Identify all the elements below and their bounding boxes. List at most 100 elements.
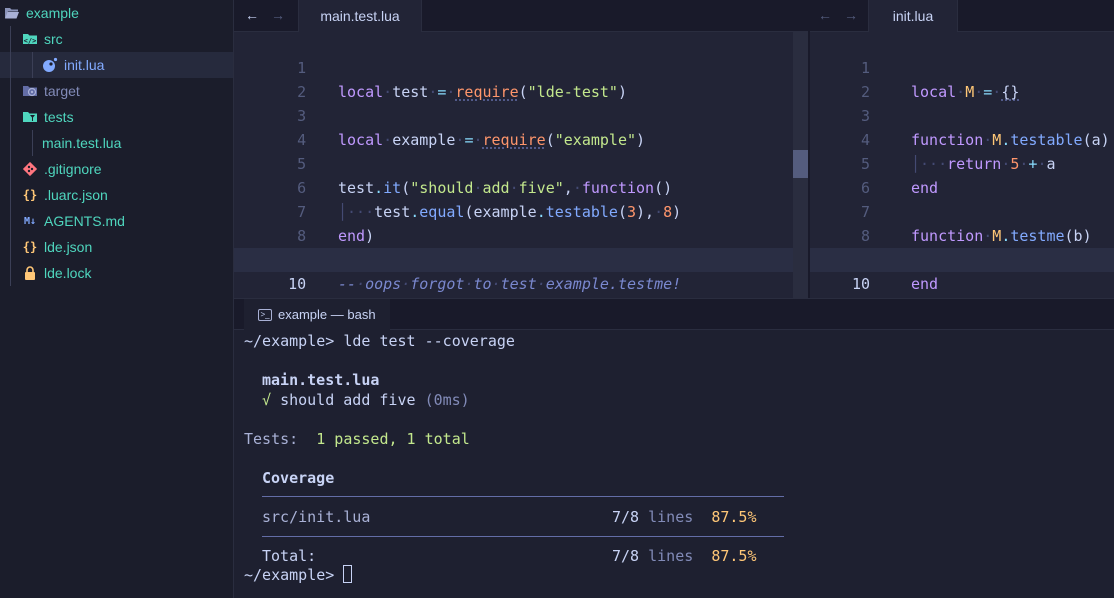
test-file-name: main.test.lua	[262, 371, 380, 389]
code-line: 4 │···return·5·+·a	[860, 131, 1056, 173]
lock-icon	[22, 265, 38, 281]
tree-item-main-test-lua[interactable]: main.test.lua	[0, 130, 233, 156]
tree-item-agents-md[interactable]: M↓ AGENTS.md	[0, 208, 233, 234]
git-icon	[22, 161, 38, 177]
code-line-current: 10	[810, 248, 1114, 293]
tab-main-test-lua[interactable]: main.test.lua	[298, 0, 422, 32]
coverage-total-stats: 7/8 lines 87.5%	[612, 546, 757, 566]
tab-init-lua[interactable]: init.lua	[868, 0, 958, 32]
code-line: 2	[860, 83, 870, 101]
json-icon: {}	[22, 240, 38, 254]
tree-item-src[interactable]: </> src	[0, 26, 233, 52]
tree-item-target[interactable]: target	[0, 78, 233, 104]
tree-item-tests[interactable]: tests	[0, 104, 233, 130]
tests-summary: 1 passed, 1 total	[316, 430, 470, 448]
tree-item-label: lde.lock	[44, 265, 92, 281]
coverage-row-stats: 7/8 lines 87.5%	[612, 507, 757, 527]
tree-item-label: main.test.lua	[42, 135, 122, 151]
terminal-prompt-line[interactable]: ~/example>	[244, 565, 353, 585]
terminal-output[interactable]: ~/example> lde test --coverage main.test…	[234, 330, 1114, 598]
code-line-current: 10	[234, 248, 793, 293]
terminal-command: lde test --coverage	[343, 332, 515, 350]
code-line: 9 --·oops·forgot·to·test·example.testme!	[297, 251, 682, 293]
editor-scrollbar[interactable]	[793, 32, 808, 298]
coverage-title: Coverage	[262, 469, 335, 487]
code-line: 7 end)	[297, 203, 375, 245]
tree-item-lde-lock[interactable]: lde.lock	[0, 260, 233, 286]
code-line: 9 end	[861, 251, 939, 293]
check-icon: √	[262, 391, 272, 409]
tree-item-gitignore[interactable]: .gitignore	[0, 156, 233, 182]
coverage-separator	[262, 496, 784, 497]
tab-label: init.lua	[892, 8, 934, 24]
code-line: 4	[297, 131, 307, 149]
editor-tabbar-left: ← → main.test.lua	[234, 0, 808, 32]
coverage-covered: 7/8	[612, 508, 640, 526]
forward-arrow-icon[interactable]: →	[842, 6, 860, 24]
code-line: 5 end	[860, 155, 939, 197]
scrollbar-thumb[interactable]	[793, 150, 808, 178]
code-line: 1 local·M·=·{}	[860, 59, 1020, 101]
code-line: 6	[860, 179, 870, 197]
code-line: 8	[297, 227, 307, 245]
test-time: (0ms)	[424, 391, 470, 409]
tree-item-label: AGENTS.md	[44, 213, 125, 229]
code-line: 3 function·M.testable(a)	[860, 107, 1110, 149]
total-covered: 7/8	[612, 547, 640, 565]
svg-text:</>: </>	[24, 37, 37, 45]
tree-item-label: example	[26, 5, 79, 21]
code-line: 11 return·M	[810, 272, 1114, 296]
tree-item-example[interactable]: example	[0, 0, 233, 26]
forward-arrow-icon[interactable]: →	[269, 6, 287, 24]
tab-terminal-bash[interactable]: >_ example — bash	[244, 299, 390, 330]
coverage-row-file: src/init.lua	[262, 508, 371, 526]
tree-item-label: tests	[44, 109, 74, 125]
tree-item-luarc-json[interactable]: {} .luarc.json	[0, 182, 233, 208]
tree-item-label: init.lua	[64, 57, 105, 73]
tree-item-label: .luarc.json	[44, 187, 108, 203]
tree-item-lde-json[interactable]: {} lde.json	[0, 234, 233, 260]
code-editor-left[interactable]: 1 local·test·=·require("lde-test") 2 3 l…	[234, 32, 793, 298]
total-pct: 87.5%	[711, 547, 757, 565]
code-editor-right[interactable]: 1 local·M·=·{} 2 3 function·M.testable(a…	[810, 32, 1114, 298]
code-line: 5 test.it("should·add·five",·function()	[297, 155, 673, 197]
code-line: 6 │···test.equal(example.testable(3),·8)	[297, 179, 682, 221]
folder-tests-icon	[22, 109, 38, 125]
terminal-prompt: ~/example>	[244, 566, 335, 584]
back-arrow-icon[interactable]: ←	[243, 6, 261, 24]
folder-src-icon: </>	[22, 31, 38, 47]
file-explorer: example </> src init.lua target tests ma…	[0, 0, 234, 598]
editor-tabbar-right: ← → init.lua	[810, 0, 1114, 32]
folder-open-icon	[4, 5, 20, 21]
test-name: should add five	[280, 391, 416, 409]
coverage-total-label: Total:	[262, 547, 317, 565]
code-line: 8 │···error("failed!")	[860, 227, 1092, 269]
folder-target-icon	[22, 83, 38, 99]
markdown-icon: M↓	[23, 215, 37, 227]
tree-item-label: src	[44, 31, 63, 47]
terminal-command-line: ~/example> lde test --coverage	[244, 331, 515, 351]
tests-label: Tests:	[244, 430, 299, 448]
json-icon: {}	[22, 188, 38, 202]
code-line: 7 function·M.testme(b)	[860, 203, 1092, 245]
terminal-tabbar: >_ example — bash	[234, 298, 1114, 330]
terminal-prompt: ~/example>	[244, 332, 335, 350]
terminal-icon: >_	[258, 308, 272, 321]
coverage-separator	[262, 536, 784, 537]
test-result-line: √ should add five (0ms)	[262, 390, 470, 410]
total-unit: lines	[648, 547, 694, 565]
tree-item-label: target	[44, 83, 80, 99]
tree-item-init-lua[interactable]: init.lua	[0, 52, 233, 78]
coverage-pct: 87.5%	[711, 508, 757, 526]
back-arrow-icon[interactable]: ←	[816, 6, 834, 24]
tab-label: main.test.lua	[320, 8, 400, 24]
terminal-tab-label: example — bash	[278, 307, 376, 322]
code-line: 1 local·test·=·require("lde-test")	[297, 59, 627, 101]
tree-item-label: lde.json	[44, 239, 93, 255]
code-line: 2	[297, 83, 307, 101]
coverage-unit: lines	[648, 508, 694, 526]
code-line: 3 local·example·=·require("example")	[297, 107, 646, 149]
lua-file-icon	[42, 57, 58, 73]
tree-item-label: .gitignore	[44, 161, 102, 177]
tests-summary-line: Tests: 1 passed, 1 total	[244, 429, 470, 449]
